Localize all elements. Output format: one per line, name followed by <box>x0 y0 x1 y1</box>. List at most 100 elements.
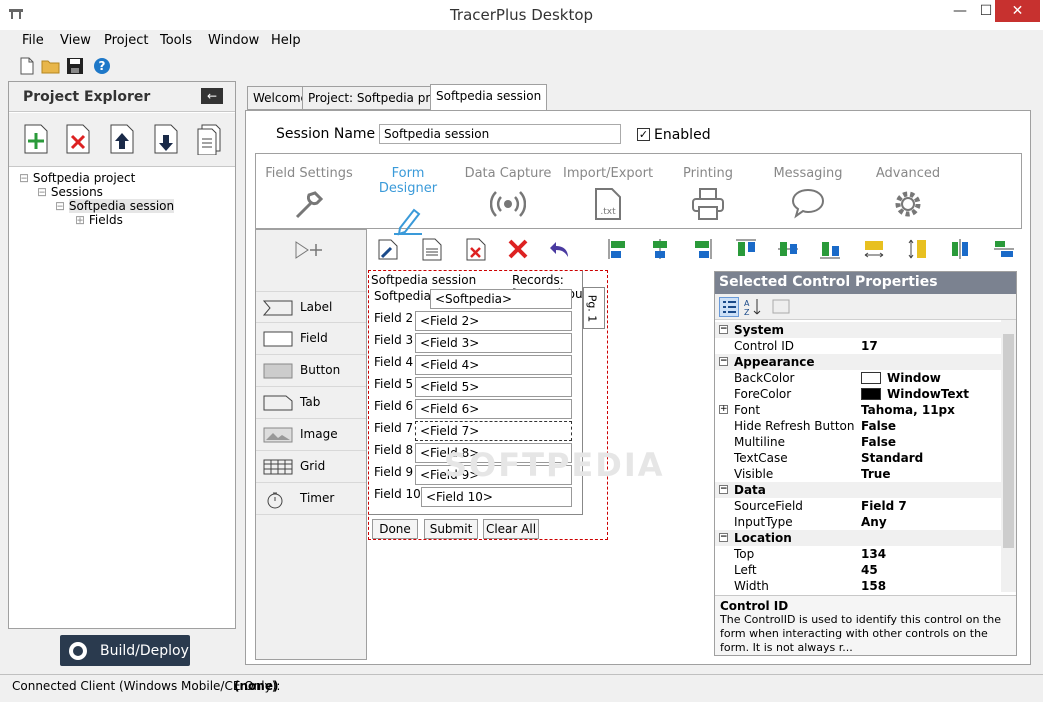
nav-form-designer[interactable]: Form Designer <box>363 166 453 236</box>
palette-field[interactable]: Field <box>256 323 366 355</box>
space-vertical-icon[interactable] <box>992 237 1016 261</box>
collapse-icon[interactable]: − <box>719 325 728 334</box>
submit-button[interactable]: Submit <box>424 519 478 539</box>
property-value[interactable]: 17 <box>861 339 878 353</box>
delete-item-icon[interactable] <box>65 123 93 157</box>
nav-printing[interactable]: Printing <box>663 166 753 221</box>
form-label[interactable]: Field 7 <box>374 421 413 435</box>
property-row[interactable]: Top 134 <box>715 546 1001 562</box>
property-category[interactable]: − System <box>715 322 1001 338</box>
done-button[interactable]: Done <box>372 519 418 539</box>
properties-scrollbar[interactable] <box>1001 320 1016 592</box>
help-icon[interactable]: ? <box>92 56 112 76</box>
delete-document-icon[interactable] <box>464 237 488 261</box>
tab-softpedia-session[interactable]: Softpedia session <box>430 84 548 111</box>
property-row[interactable]: InputType Any <box>715 514 1001 530</box>
page-tab[interactable]: Pg. 1 <box>583 287 605 329</box>
menu-project[interactable]: Project <box>104 33 148 48</box>
property-category[interactable]: − Data <box>715 482 1001 498</box>
delete-x-icon[interactable] <box>506 237 530 261</box>
property-value[interactable]: True <box>861 467 890 481</box>
nav-import-export[interactable]: Import/Export .txt <box>563 166 653 221</box>
tree-item-fields[interactable]: ⊞ Fields <box>75 213 123 227</box>
form-field[interactable]: <Field 3> <box>415 333 572 353</box>
space-horizontal-icon[interactable] <box>948 237 972 261</box>
session-name-input[interactable]: Softpedia session <box>379 124 621 144</box>
property-value[interactable]: 158 <box>861 579 886 593</box>
palette-tab[interactable]: Tab <box>256 387 366 419</box>
property-value[interactable]: Window <box>861 371 941 385</box>
same-width-icon[interactable] <box>862 237 886 261</box>
property-value[interactable]: False <box>861 435 896 449</box>
property-row[interactable]: Visible True <box>715 466 1001 482</box>
collapse-arrow-icon[interactable]: ← <box>201 88 223 104</box>
property-row[interactable]: + Font Tahoma, 11px <box>715 402 1001 418</box>
palette-grid[interactable]: Grid <box>256 451 366 483</box>
same-height-icon[interactable] <box>906 237 930 261</box>
form-label[interactable]: Field 5 <box>374 377 413 391</box>
palette-button[interactable]: Button <box>256 355 366 387</box>
form-label[interactable]: Field 4 <box>374 355 413 369</box>
pointer-add-icon[interactable] <box>294 240 326 263</box>
property-row[interactable]: SourceField Field 7 <box>715 498 1001 514</box>
property-value[interactable]: 45 <box>861 563 878 577</box>
build-deploy-button[interactable]: Build/Deploy <box>60 635 190 666</box>
property-row[interactable]: Width 158 <box>715 578 1001 594</box>
tree-item-sessions[interactable]: ⊟ Sessions <box>37 185 103 199</box>
categorized-icon[interactable] <box>719 297 739 317</box>
align-right-icon[interactable] <box>690 237 714 261</box>
property-value[interactable]: WindowText <box>861 387 969 401</box>
menu-file[interactable]: File <box>22 33 44 48</box>
property-value[interactable]: 134 <box>861 547 886 561</box>
property-value[interactable]: Tahoma, 11px <box>861 403 955 417</box>
property-value[interactable]: Standard <box>861 451 923 465</box>
form-label[interactable]: Field 9 <box>374 465 413 479</box>
enabled-checkbox[interactable]: ✓ <box>637 128 650 141</box>
property-row[interactable]: Left 45 <box>715 562 1001 578</box>
nav-messaging[interactable]: Messaging <box>763 166 853 221</box>
property-value[interactable]: Field 7 <box>861 499 907 513</box>
form-label[interactable]: Field 3 <box>374 333 413 347</box>
maximize-button[interactable]: ☐ <box>975 0 997 22</box>
menu-help[interactable]: Help <box>271 33 301 48</box>
property-category[interactable]: − Appearance <box>715 354 1001 370</box>
sort-az-icon[interactable]: AZ <box>743 297 763 317</box>
clear-all-button[interactable]: Clear All <box>483 519 539 539</box>
property-row[interactable]: Control ID 17 <box>715 338 1001 354</box>
form-field[interactable]: <Field 5> <box>415 377 572 397</box>
property-row[interactable]: Hide Refresh Button False <box>715 418 1001 434</box>
form-field[interactable]: <Field 2> <box>415 311 572 331</box>
expand-icon[interactable]: + <box>719 405 728 414</box>
collapse-icon[interactable]: − <box>719 533 728 542</box>
tree-item-softpedia-session[interactable]: ⊟ Softpedia session <box>55 199 175 213</box>
form-label[interactable]: Field 10 <box>374 487 421 501</box>
property-value[interactable]: Any <box>861 515 887 529</box>
properties-wrench-icon[interactable] <box>376 237 400 261</box>
move-up-icon[interactable] <box>109 123 137 157</box>
property-category[interactable]: − Location <box>715 530 1001 546</box>
form-field[interactable]: <Field 8> <box>415 443 572 463</box>
palette-timer[interactable]: Timer <box>256 483 366 515</box>
form-field[interactable]: <Softpedia> <box>430 289 572 309</box>
property-row[interactable]: BackColor Window <box>715 370 1001 386</box>
move-down-icon[interactable] <box>153 123 181 157</box>
undo-arrow-icon[interactable] <box>548 237 572 261</box>
form-field[interactable]: <Field 10> <box>421 487 572 507</box>
add-item-icon[interactable] <box>23 123 51 157</box>
align-top-icon[interactable] <box>734 237 758 261</box>
property-row[interactable]: ForeColor WindowText <box>715 386 1001 402</box>
align-left-icon[interactable] <box>606 237 630 261</box>
property-pages-icon[interactable] <box>771 297 791 317</box>
nav-field-settings[interactable]: Field Settings <box>264 166 354 221</box>
property-row[interactable]: Multiline False <box>715 434 1001 450</box>
collapse-icon[interactable]: − <box>719 485 728 494</box>
close-button[interactable]: ✕ <box>995 0 1040 22</box>
form-field[interactable]: <Field 6> <box>415 399 572 419</box>
new-file-icon[interactable] <box>18 56 38 76</box>
open-folder-icon[interactable] <box>41 56 61 76</box>
minimize-button[interactable]: — <box>945 0 975 22</box>
form-field-selected[interactable]: <Field 7> <box>415 421 572 441</box>
palette-image[interactable]: Image <box>256 419 366 451</box>
document-icon[interactable] <box>420 237 444 261</box>
copy-document-icon[interactable] <box>196 123 224 157</box>
